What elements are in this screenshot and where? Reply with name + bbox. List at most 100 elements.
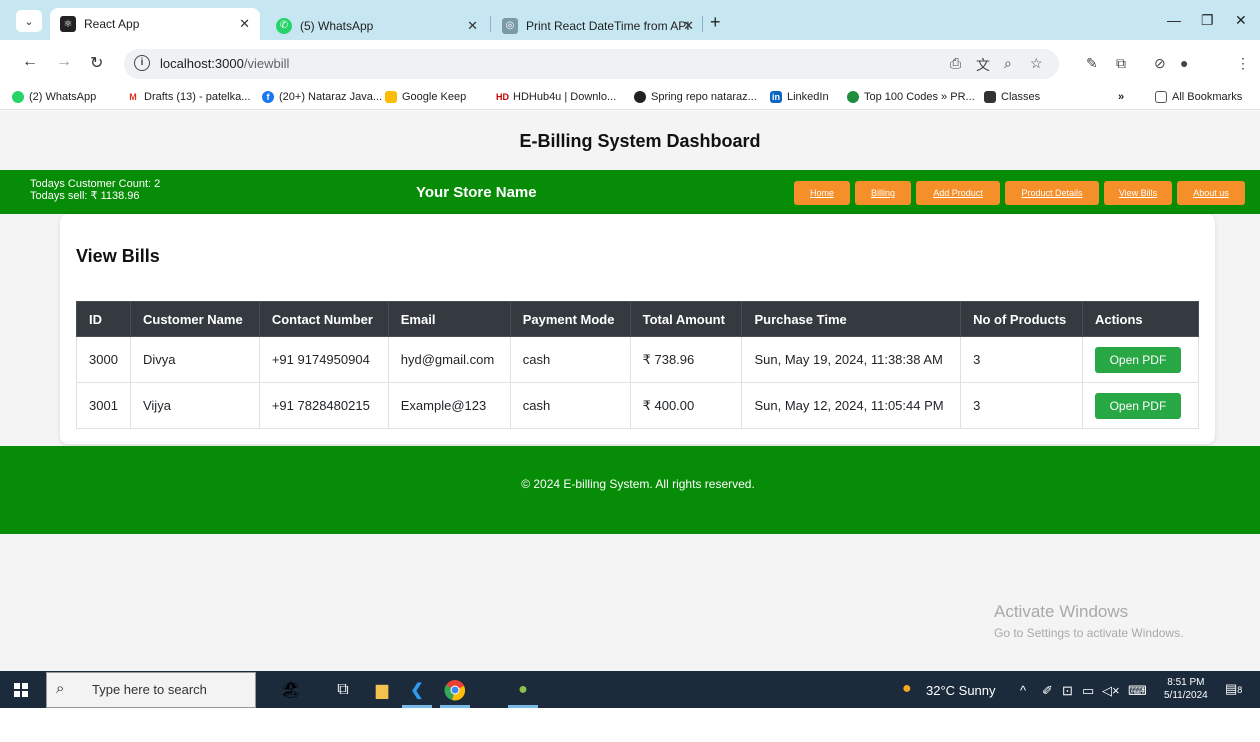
windows-start-icon[interactable] <box>14 683 28 697</box>
cell-product-count: 3 <box>960 336 1083 383</box>
whatsapp-icon: ✆ <box>276 17 292 34</box>
cell-payment-mode: cash <box>509 336 631 383</box>
react-icon: ⚛ <box>60 16 76 32</box>
cell-customer-name: Vijya <box>129 382 260 429</box>
blank-area <box>0 708 1260 742</box>
copilot-icon[interactable]: ⊘ <box>1154 55 1166 72</box>
folder-icon <box>1155 91 1167 103</box>
bookmark-whatsapp[interactable]: (2) WhatsApp <box>12 91 96 103</box>
nav-product-details[interactable]: Product Details <box>1005 181 1099 205</box>
chrome-logo <box>444 680 466 701</box>
all-bookmarks[interactable]: All Bookmarks <box>1155 91 1242 103</box>
nav-billing[interactable]: Billing <box>855 181 911 205</box>
pen-icon[interactable]: ✐ <box>1042 683 1053 699</box>
nav-home[interactable]: Home <box>794 181 850 205</box>
bookmark-hdhub4u[interactable]: HD HDHub4u | Downlo... <box>496 91 616 103</box>
beach-widget-icon[interactable]: 🏖 <box>270 675 312 705</box>
profile-avatar-icon[interactable]: ● <box>1180 55 1188 71</box>
back-icon[interactable]: ← <box>22 53 38 71</box>
tab-divider <box>490 16 491 32</box>
cell-contact-number: +91 7828480215 <box>258 382 389 429</box>
battery-icon[interactable]: ▭ <box>1082 683 1094 699</box>
bookmark-classes[interactable]: Classes <box>984 91 1040 103</box>
cell-purchase-time: Sun, May 19, 2024, 11:38:38 AM <box>741 336 962 383</box>
nav-add-product[interactable]: Add Product <box>916 181 1000 205</box>
network-icon[interactable]: ⊡ <box>1062 683 1073 699</box>
weather-status[interactable]: 32°C Sunny <box>926 683 996 698</box>
volume-icon[interactable]: ◁× <box>1102 683 1120 699</box>
footer-copyright: © 2024 E-billing System. All rights rese… <box>521 477 755 491</box>
forward-icon[interactable]: → <box>56 53 72 71</box>
clock-date: 5/11/2024 <box>1164 690 1208 701</box>
tab-react-app[interactable]: ⚛ React App ✕ <box>50 8 260 40</box>
reload-icon[interactable]: ↻ <box>90 53 103 73</box>
extensions-icon[interactable]: ⧉ <box>1116 55 1126 72</box>
column-header: Contact Number <box>258 301 389 337</box>
translate-icon[interactable]: 文 <box>976 55 990 75</box>
bookmark-label: Classes <box>1001 91 1041 103</box>
taskbar-clock[interactable]: 8:51 PM 5/11/2024 <box>1164 676 1208 702</box>
bookmark-linkedin[interactable]: in LinkedIn <box>770 91 829 103</box>
restore-icon[interactable]: ❐ <box>1201 12 1214 29</box>
new-tab-icon[interactable]: + <box>710 12 721 33</box>
bookmark-star-icon[interactable]: ☆ <box>1030 55 1043 72</box>
table-row: 3001 Vijya +91 7828480215 Example@123 ca… <box>76 382 1200 429</box>
notification-center-icon[interactable]: ▤8 <box>1225 681 1243 699</box>
file-explorer-icon[interactable]: ▆ <box>367 675 397 705</box>
whatsapp-icon <box>12 91 24 103</box>
gmail-icon: M <box>127 91 139 103</box>
classroom-icon <box>984 91 996 103</box>
nav-view-bills[interactable]: View Bills <box>1104 181 1172 205</box>
bills-table: ID Customer Name Contact Number Email Pa… <box>76 301 1200 429</box>
open-pdf-button[interactable]: Open PDF <box>1094 346 1181 373</box>
close-icon[interactable]: ✕ <box>683 18 694 34</box>
show-hidden-icons-icon[interactable]: ^ <box>1020 683 1026 698</box>
vscode-icon[interactable]: ❮ <box>402 675 432 705</box>
cell-email: Example@123 <box>387 382 511 429</box>
code-icon <box>847 91 859 103</box>
open-pdf-button[interactable]: Open PDF <box>1094 392 1181 419</box>
chrome-icon[interactable] <box>440 675 470 705</box>
close-icon[interactable]: ✕ <box>467 18 478 34</box>
bookmark-top-100-codes[interactable]: Top 100 Codes » PR... <box>847 91 975 103</box>
bookmark-google-keep[interactable]: Google Keep <box>385 91 466 103</box>
weather-sun-icon[interactable]: ● <box>902 680 912 698</box>
column-header: Total Amount <box>629 301 743 337</box>
more-menu-icon[interactable]: ⋮ <box>1236 55 1250 72</box>
column-header: Purchase Time <box>741 301 962 337</box>
more-bookmarks-icon[interactable]: » <box>1118 91 1124 103</box>
column-header: Customer Name <box>129 301 260 337</box>
bookmark-label: Spring repo nataraz... <box>651 91 757 103</box>
tab-search-menu-icon[interactable]: ⌄ <box>16 10 42 32</box>
close-icon[interactable]: ✕ <box>239 16 250 32</box>
window-close-icon[interactable]: ✕ <box>1235 12 1247 29</box>
zoom-icon[interactable]: ⌕ <box>1004 55 1012 72</box>
bookmark-gmail[interactable]: M Drafts (13) - patelka... <box>127 91 250 103</box>
edit-icon[interactable]: ✎ <box>1086 55 1098 72</box>
bookmark-facebook[interactable]: f (20+) Nataraz Java... <box>262 91 382 103</box>
column-header: Email <box>387 301 511 337</box>
tab-title: Print React DateTime from API <box>526 18 690 33</box>
tab-whatsapp[interactable]: ✆ (5) WhatsApp ✕ <box>266 11 488 40</box>
install-app-icon[interactable]: ⎙ <box>950 55 961 72</box>
nav-about-us[interactable]: About us <box>1177 181 1245 205</box>
task-view-icon[interactable]: ⧉ <box>328 675 358 705</box>
cell-id: 3001 <box>76 382 131 429</box>
cell-payment-mode: cash <box>509 382 631 429</box>
activate-windows-hint: Go to Settings to activate Windows. <box>994 626 1184 640</box>
store-name: Your Store Name <box>416 184 537 201</box>
spring-tool-icon[interactable]: ● <box>508 675 538 705</box>
bookmark-github[interactable]: Spring repo nataraz... <box>634 91 757 103</box>
hd-icon: HD <box>496 91 509 103</box>
cell-contact-number: +91 9174950904 <box>258 336 389 383</box>
column-header: No of Products <box>960 301 1083 337</box>
tab-title: React App <box>84 17 140 31</box>
keyboard-icon[interactable]: ⌨ <box>1128 683 1147 699</box>
search-icon: ⌕ <box>56 680 65 697</box>
address-url[interactable]: localhost:3000/viewbill <box>160 56 289 71</box>
minimize-icon[interactable]: — <box>1167 12 1181 28</box>
tab-print-react-datetime[interactable]: ◎ Print React DateTime from API ✕ <box>492 11 704 40</box>
site-info-icon[interactable]: i <box>134 55 150 71</box>
linkedin-icon: in <box>770 91 782 103</box>
tab-title: (5) WhatsApp <box>300 18 374 33</box>
